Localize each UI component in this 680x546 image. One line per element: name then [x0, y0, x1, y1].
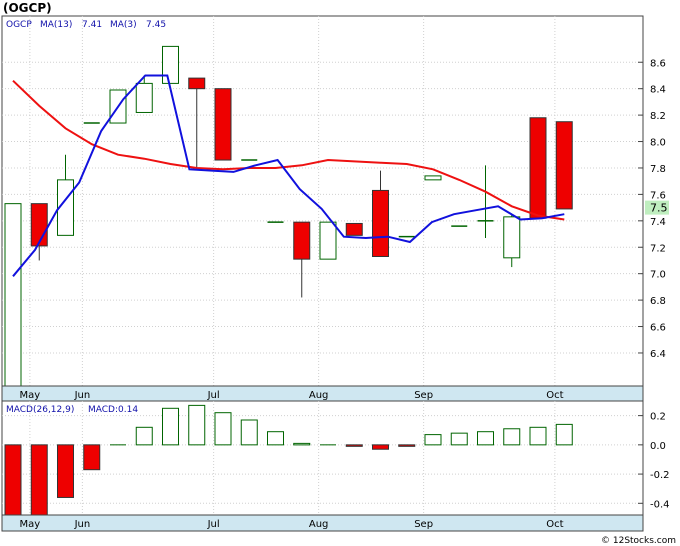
macd-bar-positive: [135, 426, 153, 446]
macd-panel: May Jun Jul Aug Sep Oct 0.2 0.0 -0.2 -0.4 MACD(2…: [1, 400, 670, 532]
macd-month-label: Aug: [309, 519, 329, 530]
price-y-tick-label: 8.0: [650, 138, 666, 149]
macd-month-label: Oct: [546, 519, 563, 530]
macd-month-label: Sep: [414, 519, 433, 530]
macd-bar-positive: [267, 431, 284, 446]
price-y-tick-label: 6.8: [650, 296, 666, 307]
macd-bar-negative: [57, 444, 74, 498]
candle-down: [372, 189, 389, 257]
macd-bar-positive: [162, 407, 179, 446]
stock-chart: (OGCP) May Jun Jul Aug Sep Oct 6.4 6.6 6.8 7.0 7.…: [0, 0, 680, 546]
macd-month-label: Jun: [74, 519, 91, 530]
price-y-tick-label: 8.6: [650, 58, 666, 69]
macd-legend-label: MACD(26,12,9): [6, 405, 74, 415]
price-month-label: Sep: [414, 390, 433, 401]
macd-bar-positive: [424, 434, 442, 446]
price-y-tick-label: 7.4: [650, 217, 666, 228]
macd-y-tick-label: -0.2: [650, 470, 670, 481]
legend-ma3-value: 7.45: [146, 20, 166, 30]
macd-legend: MACD(26,12,9) MACD:0.14: [6, 405, 138, 415]
price-month-label: Jun: [74, 390, 91, 401]
macd-y-tick-label: 0.0: [650, 441, 666, 452]
candle-down: [529, 117, 547, 219]
legend-ma3-label: MA(3): [110, 20, 137, 30]
candle-down: [345, 222, 363, 236]
macd-bar-positive: [450, 432, 468, 446]
macd-bar-positive: [477, 431, 494, 446]
candle-up: [424, 175, 442, 181]
macd-bar-positive: [529, 426, 547, 446]
watermark: © 12Stocks.com: [601, 536, 676, 546]
price-month-label: May: [20, 390, 41, 401]
macd-bar-negative: [4, 444, 22, 516]
macd-bar-positive: [240, 419, 258, 446]
candle-up: [162, 45, 179, 84]
candle-down: [293, 221, 311, 260]
macd-legend-value: MACD:0.14: [88, 405, 138, 415]
legend-ma13-value: 7.41: [82, 20, 102, 30]
price-y-tick-label: 7.6: [650, 190, 666, 201]
price-y-tick-label: 7.0: [650, 270, 666, 281]
price-y-tick-label: 7.2: [650, 243, 666, 254]
price-panel: May Jun Jul Aug Sep Oct 6.4 6.6 6.8 7.0 7.2 7.4 7.6…: [1, 15, 669, 403]
candle-up: [135, 82, 153, 113]
macd-bar-positive: [503, 428, 521, 446]
legend-symbol: OGCP: [6, 20, 32, 30]
legend-ma13-label: MA(13): [40, 20, 72, 30]
price-y-tick-label: 8.4: [650, 85, 666, 96]
candle-down: [188, 77, 206, 90]
macd-bar-positive: [293, 442, 311, 446]
price-y-tick-label: 7.8: [650, 164, 666, 175]
candle-down: [30, 203, 48, 247]
last-price-tag: 7.5: [645, 200, 669, 215]
macd-y-tick-label: -0.4: [650, 499, 670, 510]
price-month-label: Oct: [546, 390, 563, 401]
macd-bar-negative: [398, 444, 416, 447]
macd-month-label: May: [20, 519, 41, 530]
price-y-tick-label: 6.6: [650, 323, 666, 334]
candle-up: [4, 203, 22, 387]
last-price-label: 7.5: [650, 202, 668, 215]
macd-bar-negative: [83, 444, 101, 471]
macd-bar-positive: [555, 423, 573, 446]
candle-down: [555, 121, 573, 210]
price-y-tick-label: 6.4: [650, 349, 666, 360]
price-month-label: Jul: [207, 390, 220, 401]
macd-bar-positive: [188, 404, 206, 446]
chart-title: (OGCP): [3, 1, 52, 15]
price-month-label: Aug: [309, 390, 329, 401]
candle-down: [214, 88, 232, 161]
macd-bar-negative: [345, 444, 363, 447]
price-y-tick-label: 8.2: [650, 111, 666, 122]
macd-bar-positive: [214, 412, 232, 446]
macd-y-tick-label: 0.2: [650, 412, 666, 423]
candle-up: [319, 221, 337, 260]
macd-bar-negative: [30, 444, 48, 516]
candle-up: [503, 216, 521, 259]
macd-bar-negative: [372, 444, 389, 450]
macd-month-label: Jul: [207, 519, 220, 530]
